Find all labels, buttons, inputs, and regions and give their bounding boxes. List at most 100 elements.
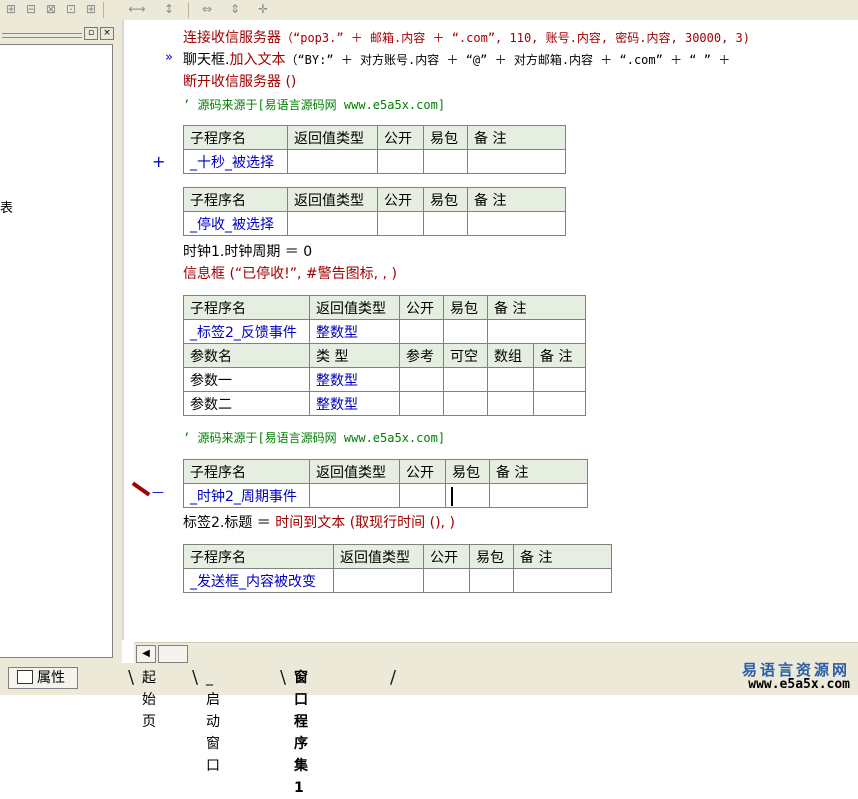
- sub-table: 子程序名 返回值类型 公开 易包 备 注 _停收_被选择: [183, 187, 566, 236]
- align-top-icon[interactable]: ⊡: [62, 2, 80, 17]
- sub-table: 子程序名 返回值类型 公开 易包 备 注 _十秒_被选择: [183, 125, 566, 174]
- cell[interactable]: [399, 319, 444, 344]
- tab-divider: /: [390, 667, 397, 688]
- header-cell: 返回值类型: [333, 544, 424, 569]
- header-cell: 备 注: [533, 343, 586, 368]
- collapse-icon[interactable]: —: [152, 485, 164, 499]
- panel-grip[interactable]: [2, 33, 82, 38]
- align-left-icon[interactable]: ⊞: [2, 2, 20, 17]
- param-name[interactable]: 参数一: [183, 367, 310, 392]
- panel-scrollbar[interactable]: [113, 44, 121, 656]
- header-cell: 子程序名: [183, 459, 310, 484]
- sub-name[interactable]: _停收_被选择: [183, 211, 288, 236]
- header-cell: 公开: [423, 544, 470, 569]
- cell[interactable]: [487, 367, 534, 392]
- code-line[interactable]: 断开收信服务器 (): [183, 72, 296, 92]
- cell[interactable]: [533, 391, 586, 416]
- text-cursor: [451, 487, 453, 506]
- toolbar: ⊞ ⊟ ⊠ ⊡ ⊞ ⟷ ↕ ⇔ ⇕ ✛: [0, 0, 858, 21]
- object-name: 聊天框.: [183, 52, 230, 68]
- cell[interactable]: [533, 367, 586, 392]
- header-cell: 易包: [423, 125, 468, 150]
- tab-startup-window[interactable]: _启动窗口: [192, 667, 220, 774]
- align-right-icon[interactable]: ⊠: [42, 2, 60, 17]
- header-cell: 公开: [399, 459, 446, 484]
- cell[interactable]: [399, 367, 444, 392]
- properties-button[interactable]: 属性: [8, 667, 78, 689]
- header-cell: 公开: [377, 125, 424, 150]
- sub-table: 子程序名 返回值类型 公开 易包 备 注 _标签2_反馈事件 整数型 参数名 类…: [183, 295, 586, 416]
- function-name: 加入文本: [229, 52, 286, 68]
- restore-icon[interactable]: ▫: [84, 27, 98, 40]
- function-args: （“BY:” ＋ 对方账号.内容 ＋ “@” ＋ 对方邮箱.内容 ＋ “.com…: [285, 53, 731, 67]
- cell[interactable]: [333, 568, 424, 593]
- panel-partial-text: 表: [0, 201, 14, 216]
- scroll-left-icon[interactable]: ◀: [136, 645, 156, 663]
- code-line[interactable]: 信息框 (“已停收!”, #警告图标, , ): [183, 264, 397, 284]
- sub-name[interactable]: _标签2_反馈事件: [183, 319, 310, 344]
- code-line[interactable]: 时钟1.时钟周期 ＝ 0: [183, 242, 312, 262]
- param-name[interactable]: 参数二: [183, 391, 310, 416]
- cell[interactable]: [377, 149, 424, 174]
- cell[interactable]: [489, 483, 588, 508]
- comment-line[interactable]: ’ 源码来源于[易语言源码网 www.e5a5x.com]: [183, 428, 445, 448]
- cell[interactable]: [513, 568, 612, 593]
- header-cell: 返回值类型: [309, 295, 400, 320]
- cell[interactable]: [287, 149, 378, 174]
- cell[interactable]: [443, 367, 488, 392]
- cell[interactable]: [377, 211, 424, 236]
- cell[interactable]: [443, 391, 488, 416]
- same-height-icon[interactable]: ⇕: [226, 2, 244, 17]
- comment-line[interactable]: ’ 源码来源于[易语言源码网 www.e5a5x.com]: [183, 95, 445, 115]
- header-cell: 备 注: [467, 187, 566, 212]
- header-cell: 备 注: [467, 125, 566, 150]
- cell[interactable]: [423, 568, 470, 593]
- align-middle-icon[interactable]: ⊞: [82, 2, 100, 17]
- same-width-icon[interactable]: ⇔: [198, 2, 216, 17]
- cell[interactable]: [309, 483, 400, 508]
- return-type[interactable]: 整数型: [309, 319, 400, 344]
- cell[interactable]: [487, 391, 534, 416]
- code-line[interactable]: 标签2.标题 ＝ 时间到文本 (取现行时间 (), ): [183, 513, 455, 533]
- scroll-thumb[interactable]: [158, 645, 188, 663]
- sub-name[interactable]: _十秒_被选择: [183, 149, 288, 174]
- cell[interactable]: [443, 319, 488, 344]
- param-type[interactable]: 整数型: [309, 391, 400, 416]
- header-cell: 返回值类型: [287, 125, 378, 150]
- toolbar-separator: [103, 2, 104, 18]
- function-args: （“pop3.” ＋ 邮箱.内容 ＋ “.com”, 110, 账号.内容, 密…: [281, 31, 750, 45]
- header-cell: 子程序名: [183, 544, 334, 569]
- cell[interactable]: [469, 568, 514, 593]
- sub-name[interactable]: _时钟2_周期事件: [183, 483, 310, 508]
- cell[interactable]: [399, 483, 446, 508]
- cell[interactable]: [423, 149, 468, 174]
- same-size-icon[interactable]: ✛: [254, 2, 272, 17]
- tab-start-page[interactable]: 起始页: [128, 667, 156, 730]
- header-cell: 公开: [377, 187, 424, 212]
- cell[interactable]: [467, 149, 566, 174]
- cell[interactable]: [399, 391, 444, 416]
- properties-icon: [17, 670, 33, 684]
- space-horizontal-icon[interactable]: ⟷: [128, 2, 146, 17]
- tab-window-assembly[interactable]: 窗口程序集1: [280, 667, 308, 796]
- sub-name[interactable]: _发送框_内容被改变: [183, 568, 334, 593]
- param-type[interactable]: 整数型: [309, 367, 400, 392]
- code-line[interactable]: 聊天框.加入文本（“BY:” ＋ 对方账号.内容 ＋ “@” ＋ 对方邮箱.内容…: [183, 50, 730, 70]
- panel-list[interactable]: 表: [0, 44, 113, 658]
- function-name: 连接收信服务器: [183, 30, 281, 46]
- cell[interactable]: [467, 211, 566, 236]
- brand-url: www.e5a5x.com: [748, 677, 850, 692]
- cell[interactable]: [423, 211, 468, 236]
- header-cell: 备 注: [489, 459, 588, 484]
- header-cell: 备 注: [513, 544, 612, 569]
- expand-icon[interactable]: +: [152, 152, 165, 171]
- space-vertical-icon[interactable]: ↕: [160, 2, 178, 17]
- close-icon[interactable]: ×: [100, 27, 114, 40]
- code-line[interactable]: 连接收信服务器（“pop3.” ＋ 邮箱.内容 ＋ “.com”, 110, 账…: [183, 28, 750, 48]
- panel-titlebar: ▫ ×: [0, 24, 118, 40]
- cell[interactable]: [287, 211, 378, 236]
- cell[interactable]: [487, 319, 586, 344]
- align-center-icon[interactable]: ⊟: [22, 2, 40, 17]
- header-cell: 公开: [399, 295, 444, 320]
- header-cell: 备 注: [487, 295, 586, 320]
